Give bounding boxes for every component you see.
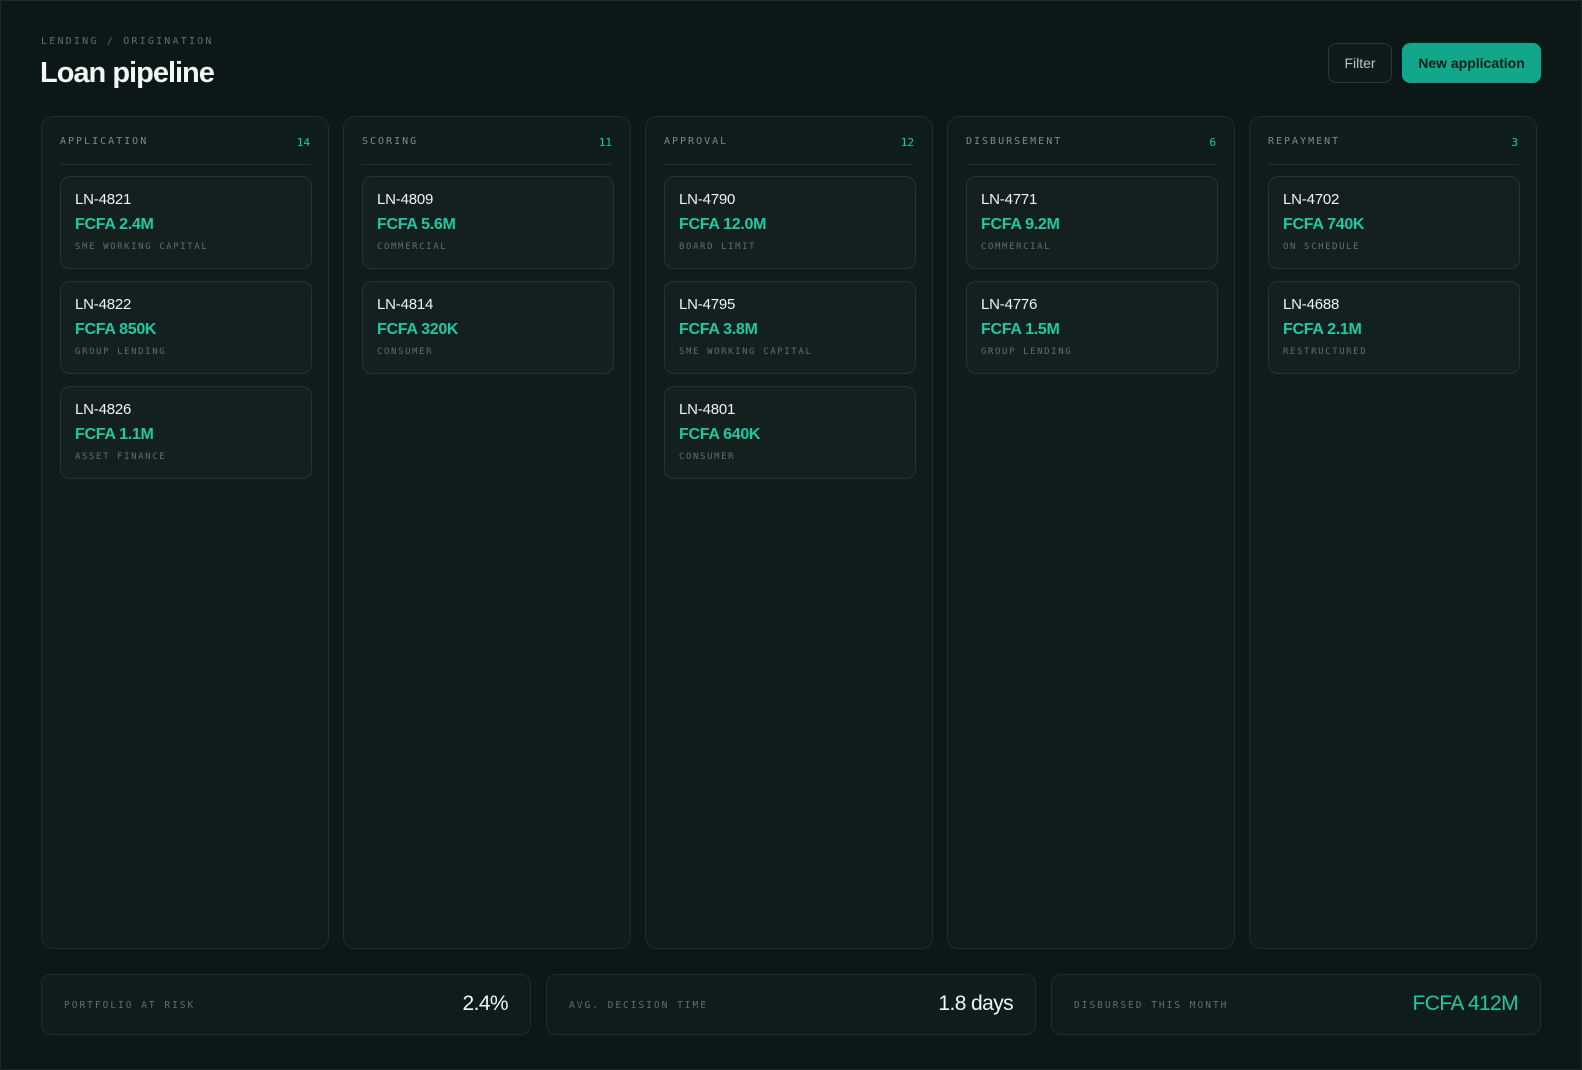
loan-card[interactable]: LN-4822 FCFA 850K GROUP LENDING [60, 281, 312, 374]
loan-card[interactable]: LN-4809 FCFA 5.6M COMMERCIAL [362, 176, 614, 269]
column-header: APPLICATION 14 [60, 117, 310, 165]
loan-card[interactable]: LN-4821 FCFA 2.4M SME WORKING CAPITAL [60, 176, 312, 269]
loan-amount: FCFA 5.6M [377, 216, 456, 233]
column-header: SCORING 11 [362, 117, 612, 165]
loan-card[interactable]: LN-4826 FCFA 1.1M ASSET FINANCE [60, 386, 312, 479]
loan-amount: FCFA 2.4M [75, 216, 154, 233]
loan-type: ON SCHEDULE [1283, 242, 1361, 252]
loan-type: SME WORKING CAPITAL [75, 242, 209, 252]
loan-id: LN-4795 [679, 296, 736, 313]
loan-id: LN-4814 [377, 296, 434, 313]
stat-label: AVG. DECISION TIME [569, 1000, 708, 1011]
stat-label: DISBURSED THIS MONTH [1074, 1000, 1229, 1011]
loan-type: RESTRUCTURED [1283, 347, 1368, 357]
breadcrumb: LENDING / ORIGINATION [41, 36, 214, 47]
column-application: APPLICATION 14 LN-4821 FCFA 2.4M SME WOR… [41, 116, 329, 949]
column-name: SCORING [362, 136, 419, 147]
stat-portfolio-at-risk: PORTFOLIO AT RISK 2.4% [41, 974, 531, 1035]
loan-card[interactable]: LN-4801 FCFA 640K CONSUMER [664, 386, 916, 479]
column-header: DISBURSEMENT 6 [966, 117, 1216, 165]
loan-type: CONSUMER [377, 347, 434, 357]
column-scoring: SCORING 11 LN-4809 FCFA 5.6M COMMERCIAL … [343, 116, 631, 949]
column-name: APPLICATION [60, 136, 149, 147]
column-header: APPROVAL 12 [664, 117, 914, 165]
column-approval: APPROVAL 12 LN-4790 FCFA 12.0M BOARD LIM… [645, 116, 933, 949]
loan-id: LN-4826 [75, 401, 132, 418]
loan-id: LN-4809 [377, 191, 434, 208]
column-header: REPAYMENT 3 [1268, 117, 1518, 165]
column-name: DISBURSEMENT [966, 136, 1063, 147]
loan-amount: FCFA 9.2M [981, 216, 1060, 233]
page-title: Loan pipeline [40, 57, 215, 89]
column-name: APPROVAL [664, 136, 729, 147]
loan-amount: FCFA 850K [75, 321, 157, 338]
loan-card[interactable]: LN-4814 FCFA 320K CONSUMER [362, 281, 614, 374]
stat-disbursed-this-month: DISBURSED THIS MONTH FCFA 412M [1051, 974, 1541, 1035]
loan-id: LN-4776 [981, 296, 1038, 313]
loan-type: COMMERCIAL [981, 242, 1052, 252]
column-count: 3 [1511, 136, 1518, 149]
stat-label: PORTFOLIO AT RISK [64, 1000, 196, 1011]
loan-id: LN-4771 [981, 191, 1038, 208]
loan-id: LN-4790 [679, 191, 736, 208]
loan-card[interactable]: LN-4795 FCFA 3.8M SME WORKING CAPITAL [664, 281, 916, 374]
filter-button[interactable]: Filter [1328, 43, 1392, 83]
loan-id: LN-4801 [679, 401, 736, 418]
loan-id: LN-4822 [75, 296, 132, 313]
loan-id: LN-4688 [1283, 296, 1340, 313]
loan-type: GROUP LENDING [981, 347, 1073, 357]
loan-id: LN-4821 [75, 191, 132, 208]
loan-card[interactable]: LN-4688 FCFA 2.1M RESTRUCTURED [1268, 281, 1520, 374]
loan-type: SME WORKING CAPITAL [679, 347, 813, 357]
stat-value: 1.8 days [938, 992, 1013, 1015]
new-application-button[interactable]: New application [1402, 43, 1541, 83]
column-count: 14 [296, 136, 310, 149]
column-count: 11 [598, 136, 612, 149]
column-count: 6 [1209, 136, 1216, 149]
loan-amount: FCFA 740K [1283, 216, 1365, 233]
loan-card[interactable]: LN-4771 FCFA 9.2M COMMERCIAL [966, 176, 1218, 269]
loan-amount: FCFA 320K [377, 321, 459, 338]
column-repayment: REPAYMENT 3 LN-4702 FCFA 740K ON SCHEDUL… [1249, 116, 1537, 949]
stat-value: FCFA 412M [1412, 992, 1519, 1015]
loan-card[interactable]: LN-4776 FCFA 1.5M GROUP LENDING [966, 281, 1218, 374]
loan-amount: FCFA 1.1M [75, 426, 154, 443]
loan-amount: FCFA 12.0M [679, 216, 767, 233]
column-name: REPAYMENT [1268, 136, 1341, 147]
loan-amount: FCFA 640K [679, 426, 761, 443]
loan-type: BOARD LIMIT [679, 242, 757, 252]
stat-avg-decision-time: AVG. DECISION TIME 1.8 days [546, 974, 1036, 1035]
loan-card[interactable]: LN-4790 FCFA 12.0M BOARD LIMIT [664, 176, 916, 269]
loan-id: LN-4702 [1283, 191, 1340, 208]
loan-card[interactable]: LN-4702 FCFA 740K ON SCHEDULE [1268, 176, 1520, 269]
loan-type: CONSUMER [679, 452, 736, 462]
loan-amount: FCFA 2.1M [1283, 321, 1362, 338]
column-disbursement: DISBURSEMENT 6 LN-4771 FCFA 9.2M COMMERC… [947, 116, 1235, 949]
loan-type: ASSET FINANCE [75, 452, 167, 462]
loan-amount: FCFA 3.8M [679, 321, 758, 338]
loan-type: COMMERCIAL [377, 242, 448, 252]
column-count: 12 [900, 136, 914, 149]
loan-type: GROUP LENDING [75, 347, 167, 357]
stat-value: 2.4% [462, 992, 509, 1015]
loan-amount: FCFA 1.5M [981, 321, 1060, 338]
